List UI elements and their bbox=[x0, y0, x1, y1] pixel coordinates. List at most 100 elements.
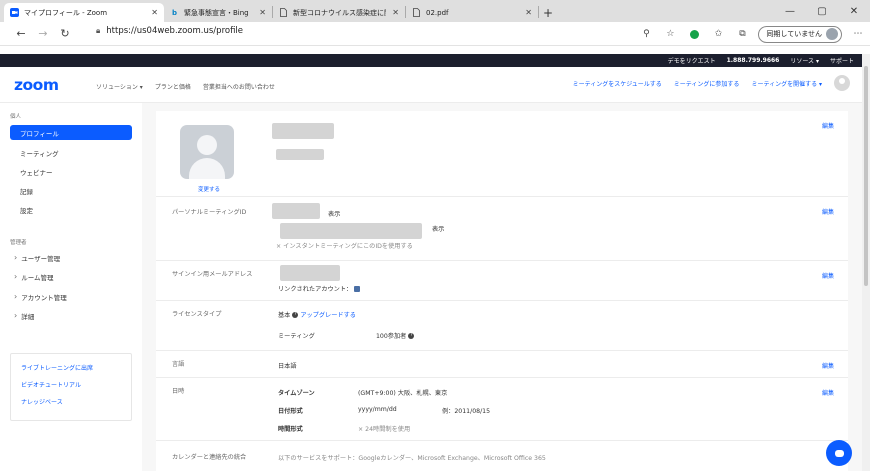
tab-title: 02.pdf bbox=[426, 8, 449, 17]
host-meeting-link[interactable]: ミーティングを開催する ▾ bbox=[751, 79, 822, 88]
support-link[interactable]: サポート bbox=[830, 56, 854, 65]
scrollbar-thumb[interactable] bbox=[864, 66, 868, 286]
nav-solutions[interactable]: ソリューション ▾ bbox=[96, 82, 143, 91]
upgrade-link[interactable]: アップグレードする bbox=[300, 312, 356, 319]
avatar-head bbox=[197, 135, 217, 155]
date-format-example: 例：2011/08/15 bbox=[442, 408, 491, 415]
sidebar-item-account-management[interactable]: アカウント管理 bbox=[10, 289, 132, 304]
resources-menu[interactable]: リソース ▾ bbox=[790, 56, 819, 65]
refresh-icon[interactable]: ↻ bbox=[54, 23, 76, 45]
profile-content: 変更する 編集 パーソナルミーティングID 表示 表示 × インスタントミーティ… bbox=[142, 103, 862, 471]
linked-account-icon bbox=[354, 286, 361, 292]
zoom-main-nav: zoom ソリューション ▾ プランと価格 営業担当へのお問い合わせ ミーティン… bbox=[0, 67, 862, 103]
bing-icon: b bbox=[171, 8, 177, 17]
close-icon[interactable]: ✕ bbox=[259, 8, 266, 17]
user-avatar[interactable] bbox=[834, 75, 850, 91]
more-menu-icon[interactable]: ⋯ bbox=[850, 26, 866, 42]
redacted-username bbox=[276, 149, 324, 160]
request-demo-link[interactable]: デモをリクエスト bbox=[668, 56, 716, 65]
new-tab-button[interactable]: + bbox=[539, 3, 557, 22]
favorite-star-icon[interactable]: ☆ bbox=[662, 26, 678, 42]
sidebar-item-user-management[interactable]: ユーザー管理 bbox=[10, 250, 132, 265]
nav-right-actions: ミーティングをスケジュールする ミーティングに参加する ミーティングを開催する … bbox=[573, 75, 850, 91]
forward-arrow-icon[interactable]: → bbox=[32, 23, 54, 45]
minimize-icon[interactable]: — bbox=[774, 0, 806, 22]
edit-language-link[interactable]: 編集 bbox=[822, 361, 834, 370]
redacted-pmi-url bbox=[280, 223, 422, 239]
collections-icon[interactable]: ⧉ bbox=[734, 26, 750, 42]
timezone-value: (GMT+9:00) 大阪、札幌、東京 bbox=[358, 390, 448, 397]
sidebar-item-meetings[interactable]: ミーティング bbox=[10, 145, 132, 160]
chat-support-button[interactable] bbox=[826, 440, 852, 466]
nav-contact-sales[interactable]: 営業担当へのお問い合わせ bbox=[203, 82, 275, 91]
redacted-pmi bbox=[272, 203, 320, 219]
live-training-link[interactable]: ライブトレーニングに出席 bbox=[21, 363, 131, 372]
sidebar-item-advanced[interactable]: 詳細 bbox=[10, 308, 132, 323]
time-format-value: × 24時間制を使用 bbox=[358, 426, 411, 433]
edit-profile-link[interactable]: 編集 bbox=[822, 121, 834, 130]
join-meeting-link[interactable]: ミーティングに参加する bbox=[674, 79, 740, 88]
url-field[interactable]: 🔒︎ https://us04web.zoom.us/profile bbox=[96, 26, 243, 36]
back-arrow-icon[interactable]: ← bbox=[10, 23, 32, 45]
nav-links: ソリューション ▾ プランと価格 営業担当へのお問い合わせ bbox=[96, 82, 275, 91]
license-type: 基本 ? アップグレードする bbox=[278, 310, 356, 319]
zoom-magnifier-icon[interactable]: ⚲ bbox=[638, 26, 654, 42]
datetime-row: 日時 タイムゾーン (GMT+9:00) 大阪、札幌、東京 日付形式 yyyy/… bbox=[156, 378, 848, 441]
close-icon[interactable]: ✕ bbox=[525, 8, 532, 17]
video-tutorials-link[interactable]: ビデオチュートリアル bbox=[21, 380, 131, 389]
sidebar-item-recordings[interactable]: 記録 bbox=[10, 183, 132, 198]
change-avatar-link[interactable]: 変更する bbox=[198, 185, 220, 193]
language-value: 日本語 bbox=[278, 363, 297, 370]
zoom-logo[interactable]: zoom bbox=[14, 76, 59, 94]
profile-avatar[interactable] bbox=[180, 125, 234, 179]
nav-pricing[interactable]: プランと価格 bbox=[155, 82, 191, 91]
edit-email-link[interactable]: 編集 bbox=[822, 271, 834, 280]
window-controls: — ▢ ✕ bbox=[774, 0, 870, 22]
calendar-label: カレンダーと連絡先の統合 bbox=[172, 454, 247, 461]
browser-tab-zoom-profile[interactable]: マイプロフィール - Zoom ✕ bbox=[4, 3, 164, 22]
sidebar-section-admin: 管理者 bbox=[10, 240, 27, 246]
close-icon[interactable]: ✕ bbox=[151, 8, 158, 17]
profile-header-row: 変更する 編集 bbox=[156, 111, 848, 197]
close-window-icon[interactable]: ✕ bbox=[838, 0, 870, 22]
edit-pmi-link[interactable]: 編集 bbox=[822, 207, 834, 216]
email-row: サインイン用メールアドレス リンクされたアカウント： 編集 bbox=[156, 261, 848, 301]
show-pmi-url-link[interactable]: 表示 bbox=[432, 224, 444, 233]
favorites-list-icon[interactable]: ✩ bbox=[710, 26, 726, 42]
browser-tab-covid[interactable]: 新型コロナウイルス感染症に関する... ✕ bbox=[273, 3, 405, 22]
pmi-instant-note: × インスタントミーティングにこのIDを使用する bbox=[276, 243, 413, 250]
profile-sync-button[interactable]: 同期していません bbox=[758, 25, 842, 43]
restore-icon[interactable]: ▢ bbox=[806, 0, 838, 22]
browser-tab-pdf[interactable]: 02.pdf ✕ bbox=[406, 3, 538, 22]
close-icon[interactable]: ✕ bbox=[392, 8, 399, 17]
extension-icon[interactable] bbox=[686, 26, 702, 42]
page-scrollbar[interactable] bbox=[862, 54, 870, 471]
meeting-capacity-label: ミーティング bbox=[278, 333, 315, 340]
browser-tab-bing[interactable]: b 緊急事態宣言・Bing ✕ bbox=[164, 3, 272, 22]
avatar bbox=[826, 28, 838, 40]
sidebar-item-profile[interactable]: プロフィール bbox=[10, 125, 132, 140]
sidebar-item-webinars[interactable]: ウェビナー bbox=[10, 164, 132, 179]
language-label: 言語 bbox=[172, 361, 185, 368]
pmi-label: パーソナルミーティングID bbox=[172, 209, 247, 216]
meeting-capacity-value: 100参加者 bbox=[376, 333, 407, 340]
sidebar: 個人 プロフィール ミーティング ウェビナー 記録 設定 管理者 ユーザー管理 … bbox=[0, 103, 142, 471]
video-camera-icon bbox=[10, 8, 19, 17]
sidebar-item-room-management[interactable]: ルーム管理 bbox=[10, 269, 132, 284]
help-icon[interactable]: ? bbox=[408, 333, 415, 339]
knowledge-base-link[interactable]: ナレッジベース bbox=[21, 397, 131, 406]
edit-datetime-link[interactable]: 編集 bbox=[822, 388, 834, 397]
license-row: ライセンスタイプ 基本 ? アップグレードする ミーティング 100参加者 ? bbox=[156, 301, 848, 351]
schedule-meeting-link[interactable]: ミーティングをスケジュールする bbox=[573, 79, 662, 88]
show-pmi-link[interactable]: 表示 bbox=[328, 209, 340, 218]
license-value: 基本 bbox=[278, 312, 291, 319]
calendar-row: カレンダーと連絡先の統合 以下のサービスをサポート：Googleカレンダー、Mi… bbox=[156, 441, 848, 471]
phone-number: 1.888.799.9666 bbox=[726, 57, 780, 64]
address-bar: ← → ↻ 🔒︎ https://us04web.zoom.us/profile… bbox=[0, 22, 870, 46]
help-icon[interactable]: ? bbox=[292, 312, 299, 318]
linked-accounts-label: リンクされたアカウント： bbox=[278, 286, 353, 293]
sidebar-section-personal: 個人 bbox=[10, 114, 22, 120]
sidebar-item-settings[interactable]: 設定 bbox=[10, 202, 132, 217]
tab-title: 新型コロナウイルス感染症に関する... bbox=[293, 8, 386, 17]
chat-bubble-icon bbox=[834, 449, 844, 457]
